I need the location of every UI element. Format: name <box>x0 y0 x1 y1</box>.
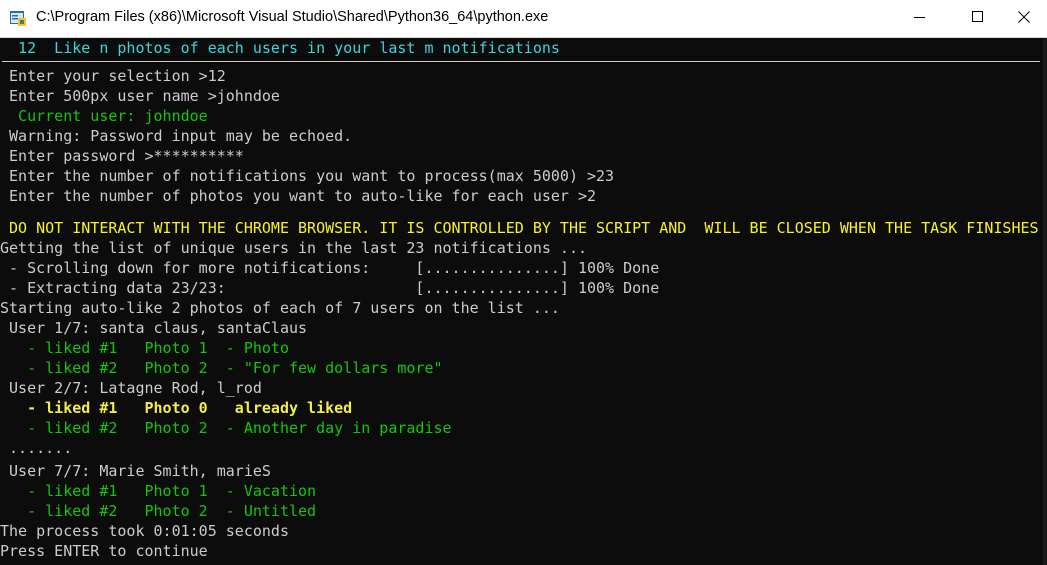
minimize-icon <box>914 10 926 28</box>
liked-line: - liked #2 Photo 2 - Another day in para… <box>0 419 452 437</box>
scrollbar[interactable] <box>1043 38 1047 565</box>
progress-line: - Extracting data 23/23: [..............… <box>0 279 660 297</box>
liked-line: - liked #2 Photo 2 - Untitled <box>0 502 317 520</box>
maximize-icon <box>972 10 984 28</box>
console-line: Warning: Password input may be echoed. <box>0 127 353 145</box>
ellipsis-line: ....... <box>0 439 73 457</box>
title-bar[interactable]: C:\Program Files (x86)\Microsoft Visual … <box>0 0 1047 38</box>
user-line: User 2/7: Latagne Rod, l_rod <box>0 379 262 397</box>
menu-separator <box>2 61 1040 62</box>
liked-line: - liked #1 Photo 1 - Photo <box>0 339 289 357</box>
python-console-icon <box>10 10 26 26</box>
minimize-button[interactable] <box>897 0 943 37</box>
console-output[interactable]: 12 Like n photos of each users in your l… <box>0 38 1047 565</box>
console-line: Starting auto-like 2 photos of each of 7… <box>0 299 560 317</box>
already-liked-line: - liked #1 Photo 0 already liked <box>0 399 353 417</box>
console-line: Enter 500px user name >johndoe <box>0 87 280 105</box>
menu-option-header: 12 Like n photos of each users in your l… <box>0 39 560 57</box>
maximize-button[interactable] <box>955 0 1001 37</box>
liked-line: - liked #1 Photo 1 - Vacation <box>0 482 317 500</box>
close-button[interactable] <box>1001 0 1047 37</box>
browser-warning-line: DO NOT INTERACT WITH THE CHROME BROWSER.… <box>0 219 1039 237</box>
console-line: Getting the list of unique users in the … <box>0 239 587 257</box>
console-line: Enter the number of photos you want to a… <box>0 187 597 205</box>
console-line: Enter the number of notifications you wa… <box>0 167 615 185</box>
close-icon <box>1018 10 1030 28</box>
progress-line: - Scrolling down for more notifications:… <box>0 259 660 277</box>
console-line: Enter password >********** <box>0 147 244 165</box>
console-line: Current user: johndoe <box>0 107 208 125</box>
console-line: The process took 0:01:05 seconds <box>0 522 289 540</box>
console-window: C:\Program Files (x86)\Microsoft Visual … <box>0 0 1047 565</box>
window-title: C:\Program Files (x86)\Microsoft Visual … <box>36 9 549 25</box>
liked-line: - liked #2 Photo 2 - "For few dollars mo… <box>0 359 443 377</box>
user-line: User 7/7: Marie Smith, marieS <box>0 462 271 480</box>
prompt-line: Press ENTER to continue <box>0 542 208 560</box>
console-line: Enter your selection >12 <box>0 67 226 85</box>
user-line: User 1/7: santa claus, santaClaus <box>0 319 308 337</box>
